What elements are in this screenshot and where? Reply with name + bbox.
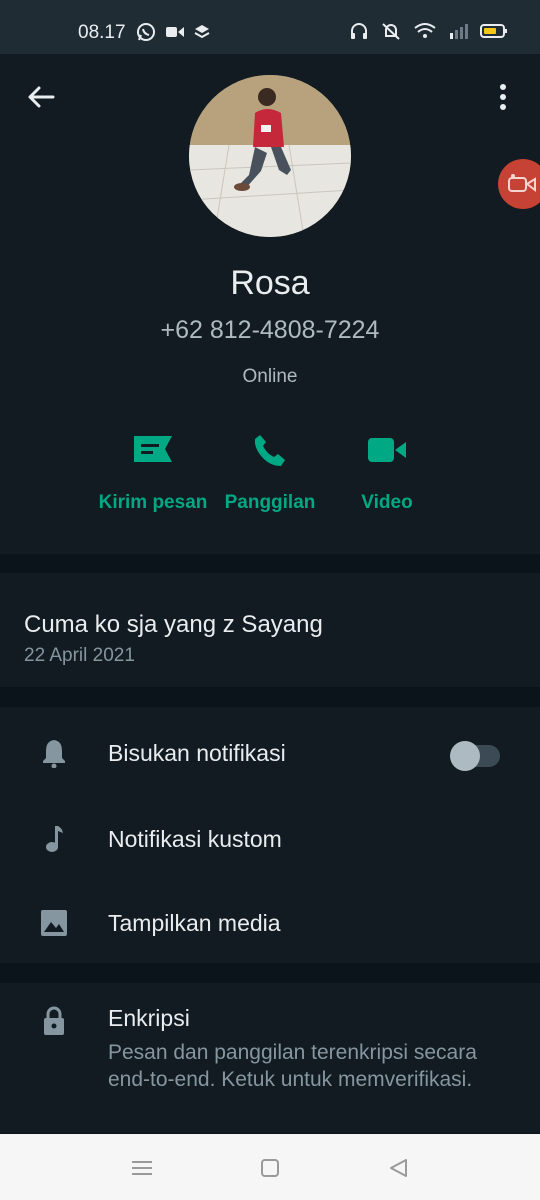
nav-home-button[interactable] (258, 1156, 282, 1180)
status-right-icons (350, 22, 508, 45)
about-date: 22 April 2021 (24, 645, 135, 666)
toggle-knob (450, 741, 480, 771)
layers-icon (194, 24, 210, 45)
video-camera-icon (166, 25, 184, 44)
about-text: Cuma ko sja yang z Sayang (24, 611, 323, 638)
voice-call-button[interactable]: Panggilan (222, 428, 318, 514)
encryption-description: Pesan dan panggilan terenkripsi secara e… (108, 1041, 477, 1091)
about-section[interactable]: Cuma ko sja yang z Sayang 22 April 2021 (0, 573, 540, 687)
back-icon (390, 1159, 407, 1177)
signal-icon (448, 23, 468, 44)
more-vertical-icon (500, 84, 506, 110)
message-icon (131, 428, 175, 472)
video-camera-icon (508, 174, 536, 192)
home-icon (261, 1159, 279, 1177)
settings-section: Bisukan notifikasi Notifikasi kustom Tam… (0, 707, 540, 963)
profile-avatar[interactable] (189, 75, 351, 237)
menu-icon (132, 1161, 152, 1175)
contact-name: Rosa (230, 264, 310, 302)
battery-icon (480, 23, 508, 44)
send-message-button[interactable]: Kirim pesan (96, 428, 210, 514)
whatsapp-icon (136, 22, 156, 47)
custom-notifications-row[interactable]: Notifikasi kustom (0, 795, 540, 879)
video-call-button[interactable]: Video (350, 428, 424, 514)
nav-menu-button[interactable] (130, 1156, 154, 1180)
voice-call-label: Panggilan (224, 492, 316, 513)
send-message-label: Kirim pesan (98, 492, 208, 513)
mute-notifications-toggle[interactable] (450, 741, 500, 771)
bell-icon (38, 737, 70, 769)
arrow-left-icon (28, 86, 55, 108)
system-nav-bar (0, 1134, 540, 1200)
more-options-button[interactable] (486, 80, 520, 114)
status-time: 08.17 (78, 22, 126, 43)
floating-video-bubble[interactable] (498, 159, 540, 209)
back-button[interactable] (24, 80, 58, 114)
status-bar: 08.17 (0, 0, 540, 54)
video-icon (367, 428, 407, 472)
wifi-icon (414, 23, 436, 44)
contact-header: Rosa +62 812-4808-7224 Online Kirim pesa… (0, 54, 540, 554)
contact-status: Online (242, 366, 298, 387)
mute-notifications-row[interactable]: Bisukan notifikasi (0, 709, 540, 793)
view-media-label: Tampilkan media (108, 910, 281, 936)
mute-notifications-label: Bisukan notifikasi (108, 740, 286, 766)
lock-icon (38, 1005, 70, 1037)
encryption-title: Enkripsi (108, 1005, 190, 1031)
headphones-icon (350, 22, 368, 45)
mute-bell-icon (380, 22, 402, 45)
status-left-icons (136, 22, 210, 47)
custom-notifications-label: Notifikasi kustom (108, 826, 282, 852)
music-note-icon (38, 823, 70, 855)
video-call-label: Video (361, 492, 413, 513)
view-media-row[interactable]: Tampilkan media (0, 879, 540, 963)
encryption-section[interactable]: Enkripsi Pesan dan panggilan terenkripsi… (0, 983, 540, 1133)
nav-back-button[interactable] (386, 1156, 410, 1180)
phone-icon (252, 428, 288, 472)
contact-phone[interactable]: +62 812-4808-7224 (0, 316, 540, 345)
image-icon (38, 907, 70, 939)
